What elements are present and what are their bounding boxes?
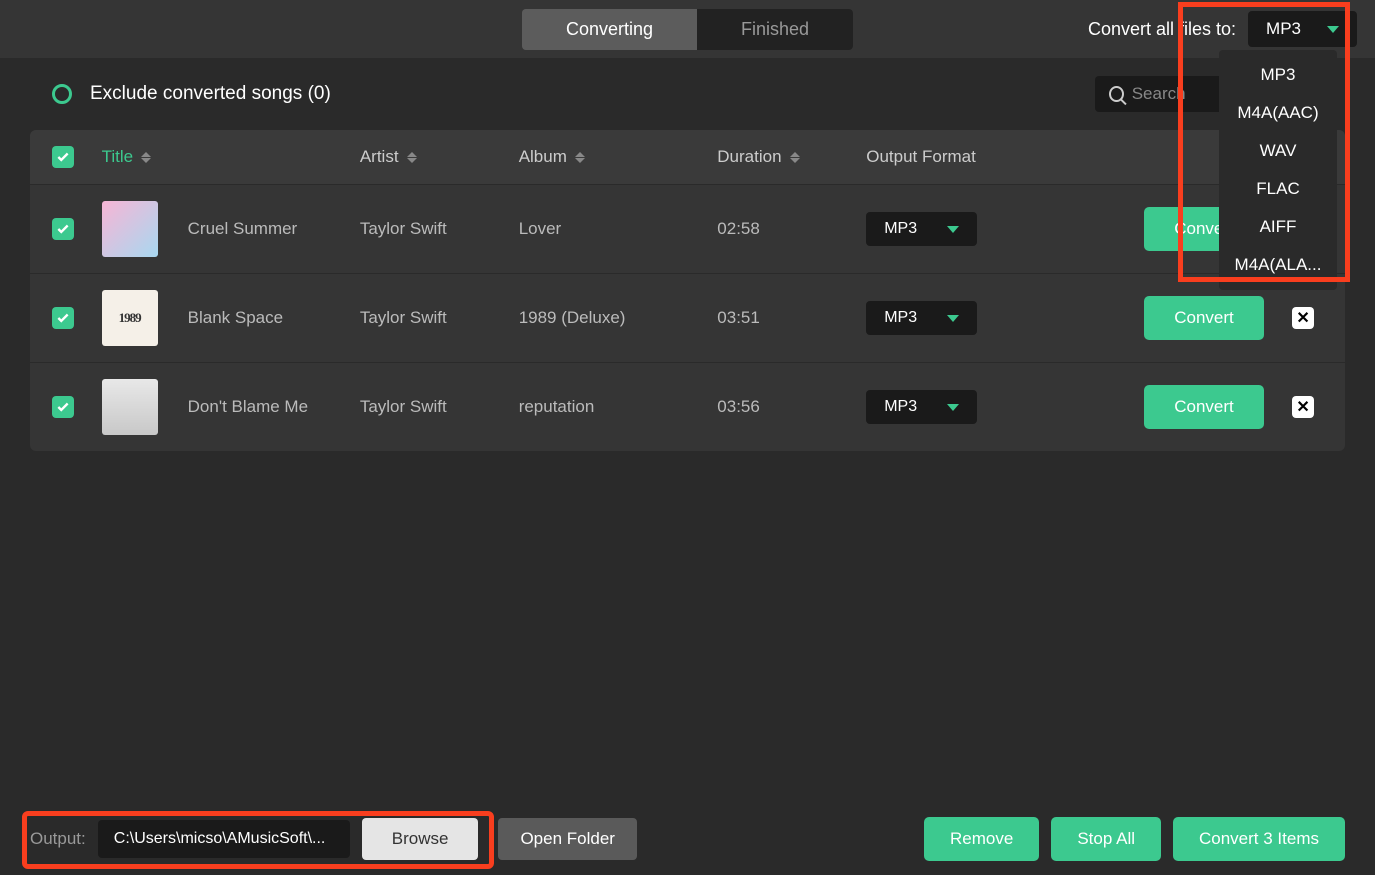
chevron-down-icon <box>947 315 959 322</box>
open-folder-button[interactable]: Open Folder <box>498 818 637 860</box>
row-format-select[interactable]: MP3 <box>866 390 977 424</box>
chevron-down-icon <box>1327 26 1339 33</box>
output-label: Output: <box>30 829 86 849</box>
format-dropdown-menu: MP3 M4A(AAC) WAV FLAC AIFF M4A(ALA... <box>1219 50 1337 290</box>
sort-icon <box>575 152 585 163</box>
row-checkbox[interactable] <box>52 396 74 418</box>
table-header: Title Artist Album Duration Output Forma… <box>30 130 1345 184</box>
tabs: Converting Finished <box>522 9 853 50</box>
column-title[interactable]: Title <box>102 147 360 167</box>
search-icon <box>1109 86 1124 102</box>
song-title: Cruel Summer <box>188 219 298 239</box>
convert-all-label: Convert all files to: <box>1088 19 1236 40</box>
album-art: 1989 <box>102 290 158 346</box>
song-title: Blank Space <box>188 308 283 328</box>
song-duration: 03:51 <box>717 308 866 328</box>
row-format-value: MP3 <box>884 220 917 238</box>
stop-all-button[interactable]: Stop All <box>1051 817 1161 861</box>
remove-row-button[interactable]: ✕ <box>1292 396 1314 418</box>
song-duration: 03:56 <box>717 397 866 417</box>
exclude-toggle-icon[interactable] <box>52 84 72 104</box>
song-artist: Taylor Swift <box>360 397 519 417</box>
row-format-value: MP3 <box>884 309 917 327</box>
table-row: Cruel Summer Taylor Swift Lover 02:58 MP… <box>30 184 1345 273</box>
chevron-down-icon <box>947 404 959 411</box>
table-row: 1989 Blank Space Taylor Swift 1989 (Delux… <box>30 273 1345 362</box>
sort-icon <box>407 152 417 163</box>
footer: Output: C:\Users\micso\AMusicSoft\... Br… <box>0 803 1375 875</box>
remove-row-button[interactable]: ✕ <box>1292 307 1314 329</box>
table-row: Don't Blame Me Taylor Swift reputation 0… <box>30 362 1345 451</box>
dropdown-option[interactable]: WAV <box>1219 132 1337 170</box>
album-art <box>102 201 158 257</box>
song-album: Lover <box>519 219 718 239</box>
column-output-format: Output Format <box>866 147 1144 167</box>
sort-icon <box>790 152 800 163</box>
row-format-select[interactable]: MP3 <box>866 212 977 246</box>
sort-icon <box>141 152 151 163</box>
row-checkbox[interactable] <box>52 218 74 240</box>
dropdown-option[interactable]: M4A(ALA... <box>1219 246 1337 284</box>
format-dropdown[interactable]: MP3 <box>1248 11 1357 47</box>
output-path-field[interactable]: C:\Users\micso\AMusicSoft\... <box>98 820 350 858</box>
song-album: 1989 (Deluxe) <box>519 308 718 328</box>
column-duration[interactable]: Duration <box>717 147 866 167</box>
song-album: reputation <box>519 397 718 417</box>
column-title-label: Title <box>102 147 134 167</box>
browse-button[interactable]: Browse <box>362 818 479 860</box>
convert-items-button[interactable]: Convert 3 Items <box>1173 817 1345 861</box>
column-artist-label: Artist <box>360 147 399 167</box>
convert-button[interactable]: Convert <box>1144 296 1264 340</box>
column-album[interactable]: Album <box>519 147 718 167</box>
column-artist[interactable]: Artist <box>360 147 519 167</box>
dropdown-option[interactable]: MP3 <box>1219 56 1337 94</box>
song-artist: Taylor Swift <box>360 308 519 328</box>
song-title: Don't Blame Me <box>188 397 308 417</box>
row-format-value: MP3 <box>884 398 917 416</box>
song-duration: 02:58 <box>717 219 866 239</box>
song-table: Title Artist Album Duration Output Forma… <box>30 130 1345 451</box>
row-format-select[interactable]: MP3 <box>866 301 977 335</box>
remove-button[interactable]: Remove <box>924 817 1039 861</box>
format-selected-value: MP3 <box>1266 19 1301 39</box>
tab-converting[interactable]: Converting <box>522 9 697 50</box>
row-checkbox[interactable] <box>52 307 74 329</box>
song-artist: Taylor Swift <box>360 219 519 239</box>
select-all-checkbox[interactable] <box>52 146 74 168</box>
album-art <box>102 379 158 435</box>
tab-finished[interactable]: Finished <box>697 9 853 50</box>
dropdown-option[interactable]: M4A(AAC) <box>1219 94 1337 132</box>
chevron-down-icon <box>947 226 959 233</box>
exclude-converted-label[interactable]: Exclude converted songs (0) <box>90 83 331 105</box>
convert-all-section: Convert all files to: MP3 <box>1088 11 1357 47</box>
section-header: Exclude converted songs (0) <box>0 58 1375 130</box>
column-album-label: Album <box>519 147 567 167</box>
table-body: Cruel Summer Taylor Swift Lover 02:58 MP… <box>30 184 1345 451</box>
convert-button[interactable]: Convert <box>1144 385 1264 429</box>
dropdown-option[interactable]: FLAC <box>1219 170 1337 208</box>
topbar: Converting Finished Convert all files to… <box>0 0 1375 58</box>
dropdown-option[interactable]: AIFF <box>1219 208 1337 246</box>
column-duration-label: Duration <box>717 147 781 167</box>
